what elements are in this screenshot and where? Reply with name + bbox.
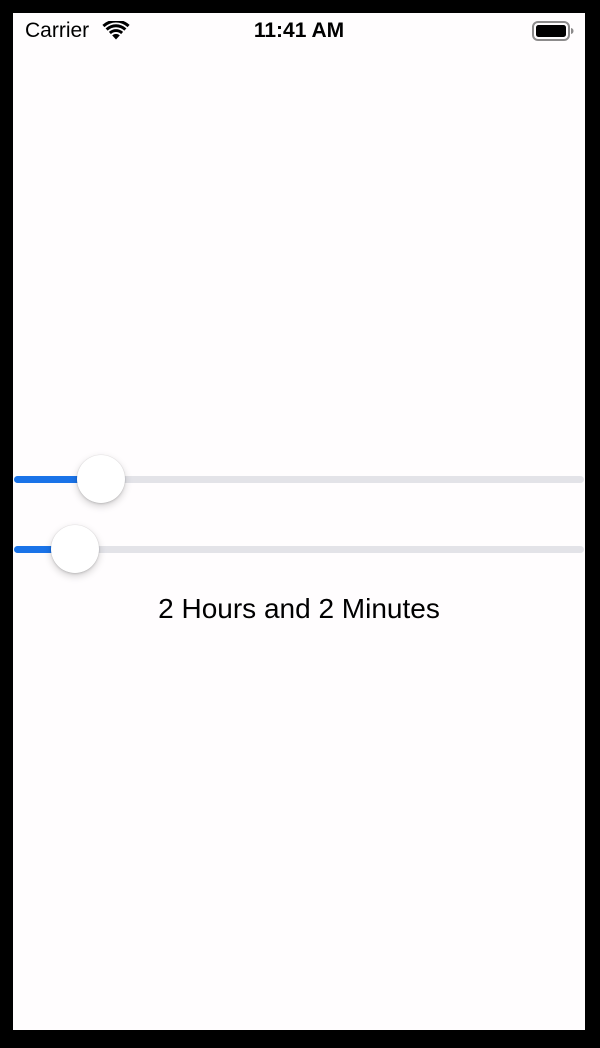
duration-label: 2 Hours and 2 Minutes — [158, 593, 440, 624]
device-frame: Carrier 11:41 AM 2 Hours and 2 Minutes — [0, 0, 600, 1048]
app-screen: Carrier 11:41 AM 2 Hours and 2 Minutes — [13, 13, 585, 1030]
slider-thumb[interactable] — [76, 455, 125, 503]
hours-slider[interactable] — [13, 451, 585, 507]
status-time: 11:41 AM — [253, 19, 345, 42]
minutes-slider[interactable] — [13, 521, 585, 577]
slider-thumb[interactable] — [50, 525, 99, 573]
status-bar: Carrier 11:41 AM — [13, 13, 585, 49]
slider-track[interactable] — [14, 546, 584, 553]
battery-icon — [532, 21, 574, 41]
